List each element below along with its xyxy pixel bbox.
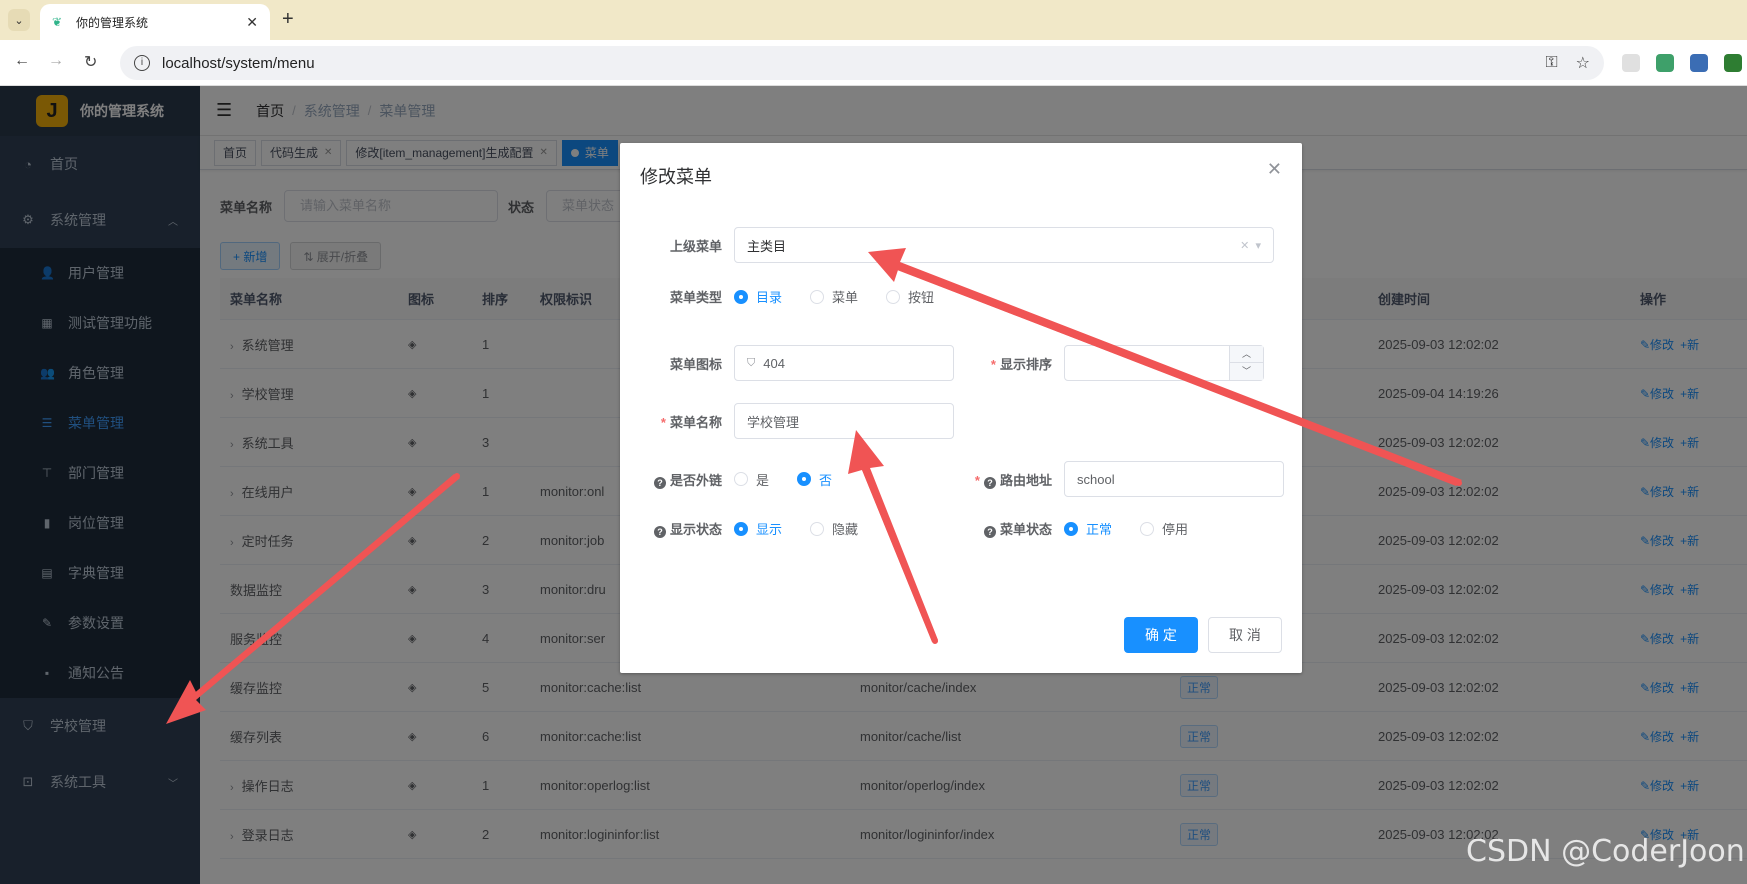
type-label: 菜单类型 <box>669 290 722 305</box>
watermark: CSDN @CoderJoon <box>1466 834 1745 869</box>
address-bar[interactable]: i localhost/system/menu ⚿ ☆ <box>120 46 1604 80</box>
status-radio-0[interactable]: 正常 <box>1064 519 1112 538</box>
sort-label: 显示排序 <box>999 356 1052 372</box>
status-radio-1[interactable]: 停用 <box>1140 519 1188 538</box>
key-icon[interactable]: ⚿ <box>1545 54 1557 72</box>
radio-circle-icon <box>797 472 812 486</box>
extension-photo-icon[interactable] <box>1690 54 1708 72</box>
increase-icon[interactable]: ︿ <box>1230 346 1263 363</box>
sort-input[interactable]: ︿ ﹀ <box>1064 345 1264 381</box>
question-icon[interactable]: ? <box>983 476 996 489</box>
parent-value: 主类目 <box>747 238 787 254</box>
required-mark: * <box>990 356 996 372</box>
radio-circle-icon <box>1064 521 1078 536</box>
status-label: 菜单状态 <box>999 522 1052 537</box>
parent-select[interactable]: 主类目 ✕ ▾ <box>734 227 1274 263</box>
icon-select[interactable]: ⛉ 404 <box>734 345 954 381</box>
name-label: 菜单名称 <box>669 414 722 430</box>
radio-circle-icon <box>1140 521 1155 536</box>
address-url[interactable]: localhost/system/menu <box>162 55 1527 72</box>
required-mark: * <box>660 414 666 430</box>
status-radio-group: 正常 停用 <box>1064 519 1216 538</box>
row-name: * 菜单名称 学校管理 <box>620 403 954 439</box>
edit-menu-dialog: 修改菜单 ✕ 上级菜单 主类目 ✕ ▾ 菜单类型 目录 菜单 按钮 菜单图标 ⛉ 4… <box>620 143 1302 673</box>
icon-preview-icon: ⛉ <box>747 356 756 369</box>
required-mark: * <box>974 472 980 488</box>
extension-icon[interactable] <box>1622 54 1640 72</box>
forward-icon[interactable]: → <box>48 52 64 70</box>
close-tab-icon[interactable]: ✕ <box>246 14 258 31</box>
type-radio-0[interactable]: 目录 <box>734 287 782 306</box>
row-external-path: ? 是否外链 是否 *? 路由地址 school <box>620 461 1284 497</box>
type-radio-1[interactable]: 菜单 <box>810 287 858 306</box>
visible-radio-1[interactable]: 隐藏 <box>810 519 858 538</box>
parent-label: 上级菜单 <box>669 238 722 254</box>
question-icon[interactable]: ? <box>983 526 996 538</box>
path-input[interactable]: school <box>1064 461 1284 497</box>
back-icon[interactable]: ← <box>14 52 30 70</box>
tab-search-button[interactable]: ⌄ <box>8 9 30 31</box>
icon-label: 菜单图标 <box>669 356 722 372</box>
download-icon[interactable] <box>1724 54 1742 72</box>
browser-tabstrip: ⌄ ❦ 你的管理系统 ✕ + <box>0 0 1747 40</box>
browser-tab-title: 你的管理系统 <box>76 15 149 30</box>
cancel-button[interactable]: 取 消 <box>1208 617 1282 653</box>
radio-circle-icon <box>734 472 748 486</box>
icon-value: 404 <box>763 355 785 371</box>
row-icon-sort: 菜单图标 ⛉ 404 * 显示排序 ︿ ﹀ <box>620 345 1264 381</box>
type-radio-group: 目录 菜单 按钮 <box>734 287 962 306</box>
vue-devtools-icon[interactable] <box>1656 54 1674 72</box>
row-visible-status: ? 显示状态 显示 隐藏 ? 菜单状态 正常 停用 <box>620 519 1216 538</box>
name-input[interactable]: 学校管理 <box>734 403 954 439</box>
reload-icon[interactable]: ↻ <box>84 52 97 72</box>
visible-label: 显示状态 <box>669 522 722 537</box>
visible-radio-0[interactable]: 显示 <box>734 519 782 538</box>
radio-circle-icon <box>810 289 825 304</box>
question-icon[interactable]: ? <box>653 476 666 489</box>
bookmark-star-icon[interactable]: ☆ <box>1576 53 1590 73</box>
external-radio-0[interactable]: 是 <box>734 470 769 489</box>
external-label: 是否外链 <box>669 472 722 488</box>
sort-stepper: ︿ ﹀ <box>1229 346 1263 380</box>
question-icon[interactable]: ? <box>653 526 666 538</box>
radio-circle-icon <box>734 521 748 536</box>
type-radio-2[interactable]: 按钮 <box>886 287 934 306</box>
decrease-icon[interactable]: ﹀ <box>1230 363 1263 380</box>
clear-icon[interactable]: ✕ <box>1240 240 1249 252</box>
external-radio-group: 是否 <box>734 470 954 489</box>
path-label: 路由地址 <box>999 472 1052 488</box>
site-info-icon[interactable]: i <box>134 55 150 71</box>
visible-radio-group: 显示 隐藏 <box>734 519 954 538</box>
row-type: 菜单类型 目录 菜单 按钮 <box>620 287 962 306</box>
radio-circle-icon <box>734 289 748 304</box>
browser-toolbar: ← → ↻ i localhost/system/menu ⚿ ☆ <box>0 40 1747 86</box>
radio-circle-icon <box>810 521 825 536</box>
caret-down-icon: ▾ <box>1255 239 1261 252</box>
browser-tab[interactable]: ❦ 你的管理系统 ✕ <box>40 4 270 40</box>
external-radio-1[interactable]: 否 <box>797 470 832 489</box>
new-tab-icon[interactable]: + <box>282 8 294 31</box>
confirm-button[interactable]: 确 定 <box>1124 617 1198 653</box>
radio-circle-icon <box>886 289 901 304</box>
dialog-title: 修改菜单 <box>640 167 712 187</box>
close-icon[interactable]: ✕ <box>1267 159 1282 180</box>
favicon-icon: ❦ <box>52 15 63 29</box>
row-parent: 上级菜单 主类目 ✕ ▾ <box>620 227 1274 263</box>
